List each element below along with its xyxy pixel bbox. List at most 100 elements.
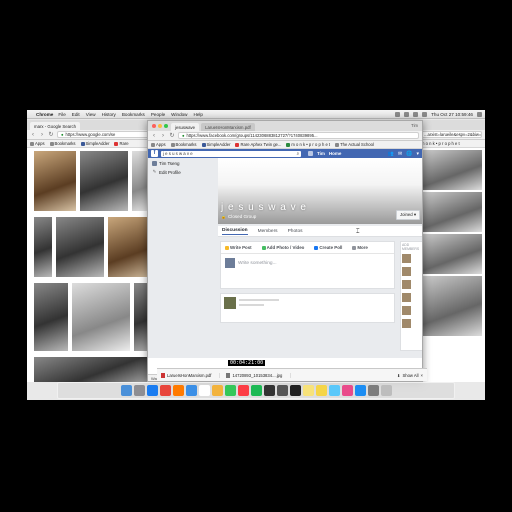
image-result[interactable] (55, 216, 105, 278)
member-avatar[interactable] (402, 293, 411, 302)
messages-icon[interactable]: ✉ (398, 151, 402, 157)
menu-people[interactable]: People (151, 112, 165, 117)
tab-photos[interactable]: Photos (288, 229, 303, 234)
image-result[interactable] (33, 282, 69, 352)
wifi-icon[interactable] (404, 111, 410, 117)
menubar-clock[interactable]: Thu Oct 27 10:59:46 (431, 112, 473, 117)
spotlight-icon[interactable] (477, 111, 482, 117)
download-item-pdf[interactable]: LarueIsHonMarxism.pdf (161, 372, 221, 378)
menu-window[interactable]: Window (171, 112, 187, 117)
dock-app5-icon[interactable] (263, 385, 275, 396)
forward-icon[interactable]: › (39, 132, 45, 138)
member-avatar[interactable] (402, 267, 411, 276)
bookmark-folder[interactable]: Bookmarks (170, 142, 197, 147)
chevron-down-icon[interactable]: ▾ (416, 151, 419, 157)
member-avatar[interactable] (402, 319, 411, 328)
add-photo-button[interactable]: Add Photo / Video (261, 245, 304, 250)
tab-discussion[interactable]: Discussion (222, 228, 248, 235)
joined-button[interactable]: Joined ▾ (395, 210, 420, 220)
minimize-window-icon[interactable] (158, 124, 162, 128)
image-result[interactable] (421, 276, 482, 336)
search-icon[interactable]: ⌕ (297, 151, 299, 156)
nav-home-link[interactable]: Home (329, 151, 342, 156)
battery-icon[interactable] (422, 111, 428, 117)
dock-spotify-icon[interactable] (250, 385, 262, 396)
dock-preview-icon[interactable] (328, 385, 340, 396)
menu-file[interactable]: File (58, 112, 65, 117)
dock-photos-icon[interactable] (211, 385, 223, 396)
dock-chrome-icon[interactable] (159, 385, 171, 396)
menu-bookmarks[interactable]: Bookmarks (122, 112, 145, 117)
tab-google-search[interactable]: marx - Google Search (30, 122, 81, 130)
dock-itunes-icon[interactable] (341, 385, 353, 396)
dock-live-icon[interactable] (289, 385, 301, 396)
dock-messages-icon[interactable] (224, 385, 236, 396)
forward-icon[interactable]: › (160, 133, 166, 139)
fb-search-input[interactable]: j e s u s w a v e ⌕ (161, 150, 301, 157)
bookmark-monk-prophet[interactable]: m o n k • p r o p h e t (286, 142, 330, 147)
member-avatar[interactable] (402, 306, 411, 315)
notifications-icon[interactable]: 🌐 (406, 151, 412, 157)
back-icon[interactable]: ‹ (151, 133, 157, 139)
tab-jesuswave[interactable]: jesuswave (171, 123, 200, 131)
dock-notes-icon[interactable] (315, 385, 327, 396)
image-result[interactable] (33, 356, 156, 382)
right-address-bar[interactable]: ...arxist=larueile&espv=2&biw= (420, 131, 482, 138)
avatar[interactable] (308, 151, 313, 156)
dock-stickies-icon[interactable] (302, 385, 314, 396)
bookmark-apps[interactable]: Apps (30, 141, 45, 146)
tab-members[interactable]: Members (258, 229, 278, 234)
create-poll-button[interactable]: Create Poll (314, 245, 342, 250)
bookmark-actual-school[interactable]: The Actual School (335, 142, 374, 147)
image-result[interactable] (71, 282, 131, 352)
bookmark-apps[interactable]: Apps (151, 142, 166, 147)
avatar[interactable] (224, 297, 236, 309)
dock-launchpad-icon[interactable] (133, 385, 145, 396)
left-nav-profile[interactable]: Tim Tseng (152, 161, 212, 166)
composer-input[interactable]: Write something... (221, 254, 394, 272)
tab-pdf[interactable]: LarueIsHonMarxism.pdf (201, 123, 255, 131)
dock-system-prefs-icon[interactable] (367, 385, 379, 396)
facebook-logo-icon[interactable]: f (151, 150, 158, 157)
dock-safari-icon[interactable] (146, 385, 158, 396)
google-address-bar[interactable]: ● https://www.google.com/se (57, 131, 153, 138)
bookmark-simpleadder[interactable]: SimpleAdder (80, 141, 109, 146)
image-result[interactable] (79, 150, 129, 212)
dock-mail-icon[interactable] (185, 385, 197, 396)
dock-finder-icon[interactable] (120, 385, 132, 396)
back-icon[interactable]: ‹ (30, 132, 36, 138)
menu-help[interactable]: Help (194, 112, 203, 117)
member-avatar[interactable] (402, 280, 411, 289)
reload-icon[interactable]: ↻ (48, 131, 54, 138)
image-result[interactable] (421, 192, 482, 232)
menu-edit[interactable]: Edit (72, 112, 80, 117)
dock-app7-icon[interactable] (276, 385, 288, 396)
menu-view[interactable]: View (86, 112, 96, 117)
group-title[interactable]: j e s u s w a v e (221, 202, 307, 213)
profile-chip[interactable]: Tim (411, 123, 418, 128)
menu-app-name[interactable]: Chrome (36, 112, 53, 117)
image-result[interactable] (33, 216, 53, 278)
dock-app-store-icon[interactable] (354, 385, 366, 396)
bookmark-monk-prophet[interactable]: m o n k • p r o p h e t (421, 141, 460, 146)
close-window-icon[interactable] (152, 124, 156, 128)
close-icon[interactable]: × (421, 373, 423, 378)
reload-icon[interactable]: ↻ (169, 132, 175, 139)
left-nav-edit-profile[interactable]: ✎ Edit Profile (152, 169, 212, 175)
bookmark-simpleadder[interactable]: SimpleAdder (201, 142, 230, 147)
write-post-button[interactable]: Write Post (225, 245, 252, 250)
friend-requests-icon[interactable]: 👥 (388, 151, 394, 157)
dock-calendar-icon[interactable] (198, 385, 210, 396)
more-button[interactable]: More (352, 245, 368, 250)
fb-address-bar[interactable]: ● https://www.facebook.com/groups/114230… (178, 132, 419, 139)
volume-icon[interactable] (413, 111, 419, 117)
image-result[interactable] (33, 150, 77, 212)
image-result[interactable] (421, 150, 482, 190)
bookmark-rare-aphex[interactable]: Rare Aphex Twin ge... (235, 142, 281, 147)
bookmark-folder[interactable]: Bookmarks (49, 141, 76, 146)
dock-trash-icon[interactable] (380, 385, 392, 396)
dock-firefox-icon[interactable] (172, 385, 184, 396)
show-all-downloads[interactable]: ⬇ Show All × (397, 373, 423, 378)
nav-profile-link[interactable]: Tim (317, 151, 325, 156)
bookmark-rare[interactable]: Rare (114, 141, 129, 146)
